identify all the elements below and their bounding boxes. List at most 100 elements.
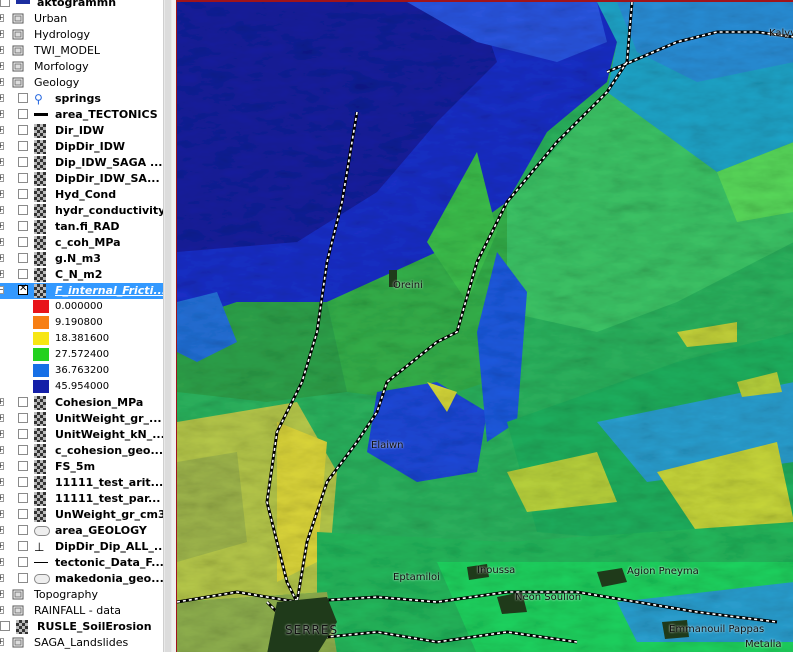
expand-icon[interactable]: + xyxy=(0,254,4,262)
expand-icon[interactable]: + xyxy=(0,558,4,566)
layer-visibility-checkbox[interactable] xyxy=(18,125,28,135)
layer-item[interactable]: + hydr_conductivity xyxy=(0,203,163,219)
layer-item[interactable]: + DipDir_IDW_SA... xyxy=(0,171,163,187)
layer-visibility-checkbox[interactable] xyxy=(18,157,28,167)
expand-icon[interactable]: + xyxy=(0,638,4,646)
layer-item[interactable]: + makedonia_geo... xyxy=(0,571,163,587)
layer-visibility-checkbox[interactable] xyxy=(18,445,28,455)
layer-item[interactable]: + c_coh_MPa xyxy=(0,235,163,251)
layer-visibility-checkbox[interactable] xyxy=(18,205,28,215)
layer-label: hydr_conductivity xyxy=(55,204,163,217)
layer-visibility-checkbox[interactable] xyxy=(18,93,28,103)
layer-item[interactable]: + C_N_m2 xyxy=(0,267,163,283)
layer-item[interactable]: + c_cohesion_geo... xyxy=(0,443,163,459)
expand-icon[interactable]: + xyxy=(0,110,4,118)
layer-visibility-checkbox[interactable] xyxy=(18,557,28,567)
layer-item[interactable]: +11111_test_par... xyxy=(0,491,163,507)
expand-icon[interactable]: + xyxy=(0,206,4,214)
layer-item[interactable]: + Geology xyxy=(0,75,163,91)
layer-item[interactable]: + ⊥ DipDir_Dip_ALL_... xyxy=(0,539,163,555)
layer-item[interactable]: + area_TECTONICS xyxy=(0,107,163,123)
layer-item[interactable]: + tectonic_Data_F... xyxy=(0,555,163,571)
layer-visibility-checkbox[interactable] xyxy=(18,573,28,583)
layer-item[interactable]: + FS_5m xyxy=(0,459,163,475)
expand-icon[interactable]: + xyxy=(0,590,4,598)
layer-visibility-checkbox[interactable] xyxy=(18,283,28,295)
layer-visibility-checkbox[interactable] xyxy=(18,189,28,199)
layer-visibility-checkbox[interactable] xyxy=(18,109,28,119)
expand-icon[interactable]: + xyxy=(0,526,4,534)
expand-icon[interactable]: + xyxy=(0,126,4,134)
expand-icon[interactable]: − xyxy=(0,286,4,294)
layer-item[interactable]: + Morfology xyxy=(0,59,163,75)
layer-item[interactable]: + UnitWeight_kN_... xyxy=(0,427,163,443)
expand-icon[interactable]: + xyxy=(0,398,4,406)
layer-visibility-checkbox[interactable] xyxy=(18,173,28,183)
layer-visibility-checkbox[interactable] xyxy=(18,397,28,407)
scrollbar-thumb[interactable] xyxy=(165,0,171,652)
layer-visibility-checkbox[interactable] xyxy=(0,621,10,631)
layer-visibility-checkbox[interactable] xyxy=(18,253,28,263)
layer-item[interactable]: + g.N_m3 xyxy=(0,251,163,267)
layer-item[interactable]: + Cohesion_MPa xyxy=(0,395,163,411)
expand-icon[interactable]: + xyxy=(0,238,4,246)
expand-icon[interactable]: + xyxy=(0,62,4,70)
expand-icon[interactable]: + xyxy=(0,190,4,198)
expand-icon[interactable]: + xyxy=(0,606,4,614)
layer-visibility-checkbox[interactable] xyxy=(18,461,28,471)
expand-icon[interactable]: + xyxy=(0,270,4,278)
expand-icon[interactable]: + xyxy=(0,142,4,150)
layer-item[interactable]: + SAGA_Landslides xyxy=(0,635,163,651)
layer-visibility-checkbox[interactable] xyxy=(18,509,28,519)
layer-item[interactable]: + Topography xyxy=(0,587,163,603)
layer-visibility-checkbox[interactable] xyxy=(18,525,28,535)
expand-icon[interactable]: + xyxy=(0,510,4,518)
layer-visibility-checkbox[interactable] xyxy=(18,493,28,503)
expand-icon[interactable]: + xyxy=(0,542,4,550)
expand-icon[interactable]: + xyxy=(0,78,4,86)
expand-icon[interactable]: + xyxy=(0,158,4,166)
layer-item[interactable]: + Urban xyxy=(0,11,163,27)
layer-visibility-checkbox[interactable] xyxy=(18,413,28,423)
layer-item[interactable]: + UnWeight_gr_cm3 xyxy=(0,507,163,523)
layer-item[interactable]: + DipDir_IDW xyxy=(0,139,163,155)
layer-item[interactable]: + Hydrology xyxy=(0,27,163,43)
expand-icon[interactable]: + xyxy=(0,574,4,582)
expand-icon[interactable]: + xyxy=(0,414,4,422)
layer-item[interactable]: + tan.fi_RAD xyxy=(0,219,163,235)
layer-visibility-checkbox[interactable] xyxy=(18,141,28,151)
layer-visibility-checkbox[interactable] xyxy=(18,429,28,439)
layer-item[interactable]: + Dir_IDW xyxy=(0,123,163,139)
expand-icon[interactable]: + xyxy=(0,94,4,102)
layer-visibility-checkbox[interactable] xyxy=(18,269,28,279)
layer-item[interactable]: + Hyd_Cond xyxy=(0,187,163,203)
expand-icon[interactable]: + xyxy=(0,14,4,22)
layer-visibility-checkbox[interactable] xyxy=(18,541,28,551)
layer-visibility-checkbox[interactable] xyxy=(18,237,28,247)
expand-icon[interactable]: + xyxy=(0,446,4,454)
expand-icon[interactable]: + xyxy=(0,478,4,486)
expand-icon[interactable]: + xyxy=(0,174,4,182)
layer-visibility-checkbox[interactable] xyxy=(18,221,28,231)
layer-item[interactable]: − F_internal_Fricti... xyxy=(0,283,163,299)
layer-item[interactable]: + TWI_MODEL xyxy=(0,43,163,59)
layer-visibility-checkbox[interactable] xyxy=(18,477,28,487)
layer-item[interactable]: aktogrammh xyxy=(0,0,163,11)
layers-panel-scrollbar[interactable] xyxy=(163,0,172,652)
group-icon xyxy=(12,76,24,88)
layer-item[interactable]: + Dip_IDW_SAGA ... xyxy=(0,155,163,171)
layer-item[interactable]: RUSLE_SoilErosion xyxy=(0,619,163,635)
layer-item[interactable]: +11111_test_arit... xyxy=(0,475,163,491)
expand-icon[interactable]: + xyxy=(0,494,4,502)
layer-item[interactable]: + ⚲ springs xyxy=(0,91,163,107)
expand-icon[interactable]: + xyxy=(0,30,4,38)
expand-icon[interactable]: + xyxy=(0,46,4,54)
expand-icon[interactable]: + xyxy=(0,222,4,230)
layer-item[interactable]: + RAINFALL - data xyxy=(0,603,163,619)
layer-visibility-checkbox[interactable] xyxy=(0,0,10,7)
layer-item[interactable]: + UnitWeight_gr_... xyxy=(0,411,163,427)
layer-item[interactable]: + area_GEOLOGY xyxy=(0,523,163,539)
expand-icon[interactable]: + xyxy=(0,430,4,438)
map-canvas[interactable]: Oreini Elaiwn Inoussa Eptamiloi Agion Pneyma… xyxy=(176,0,793,652)
expand-icon[interactable]: + xyxy=(0,462,4,470)
